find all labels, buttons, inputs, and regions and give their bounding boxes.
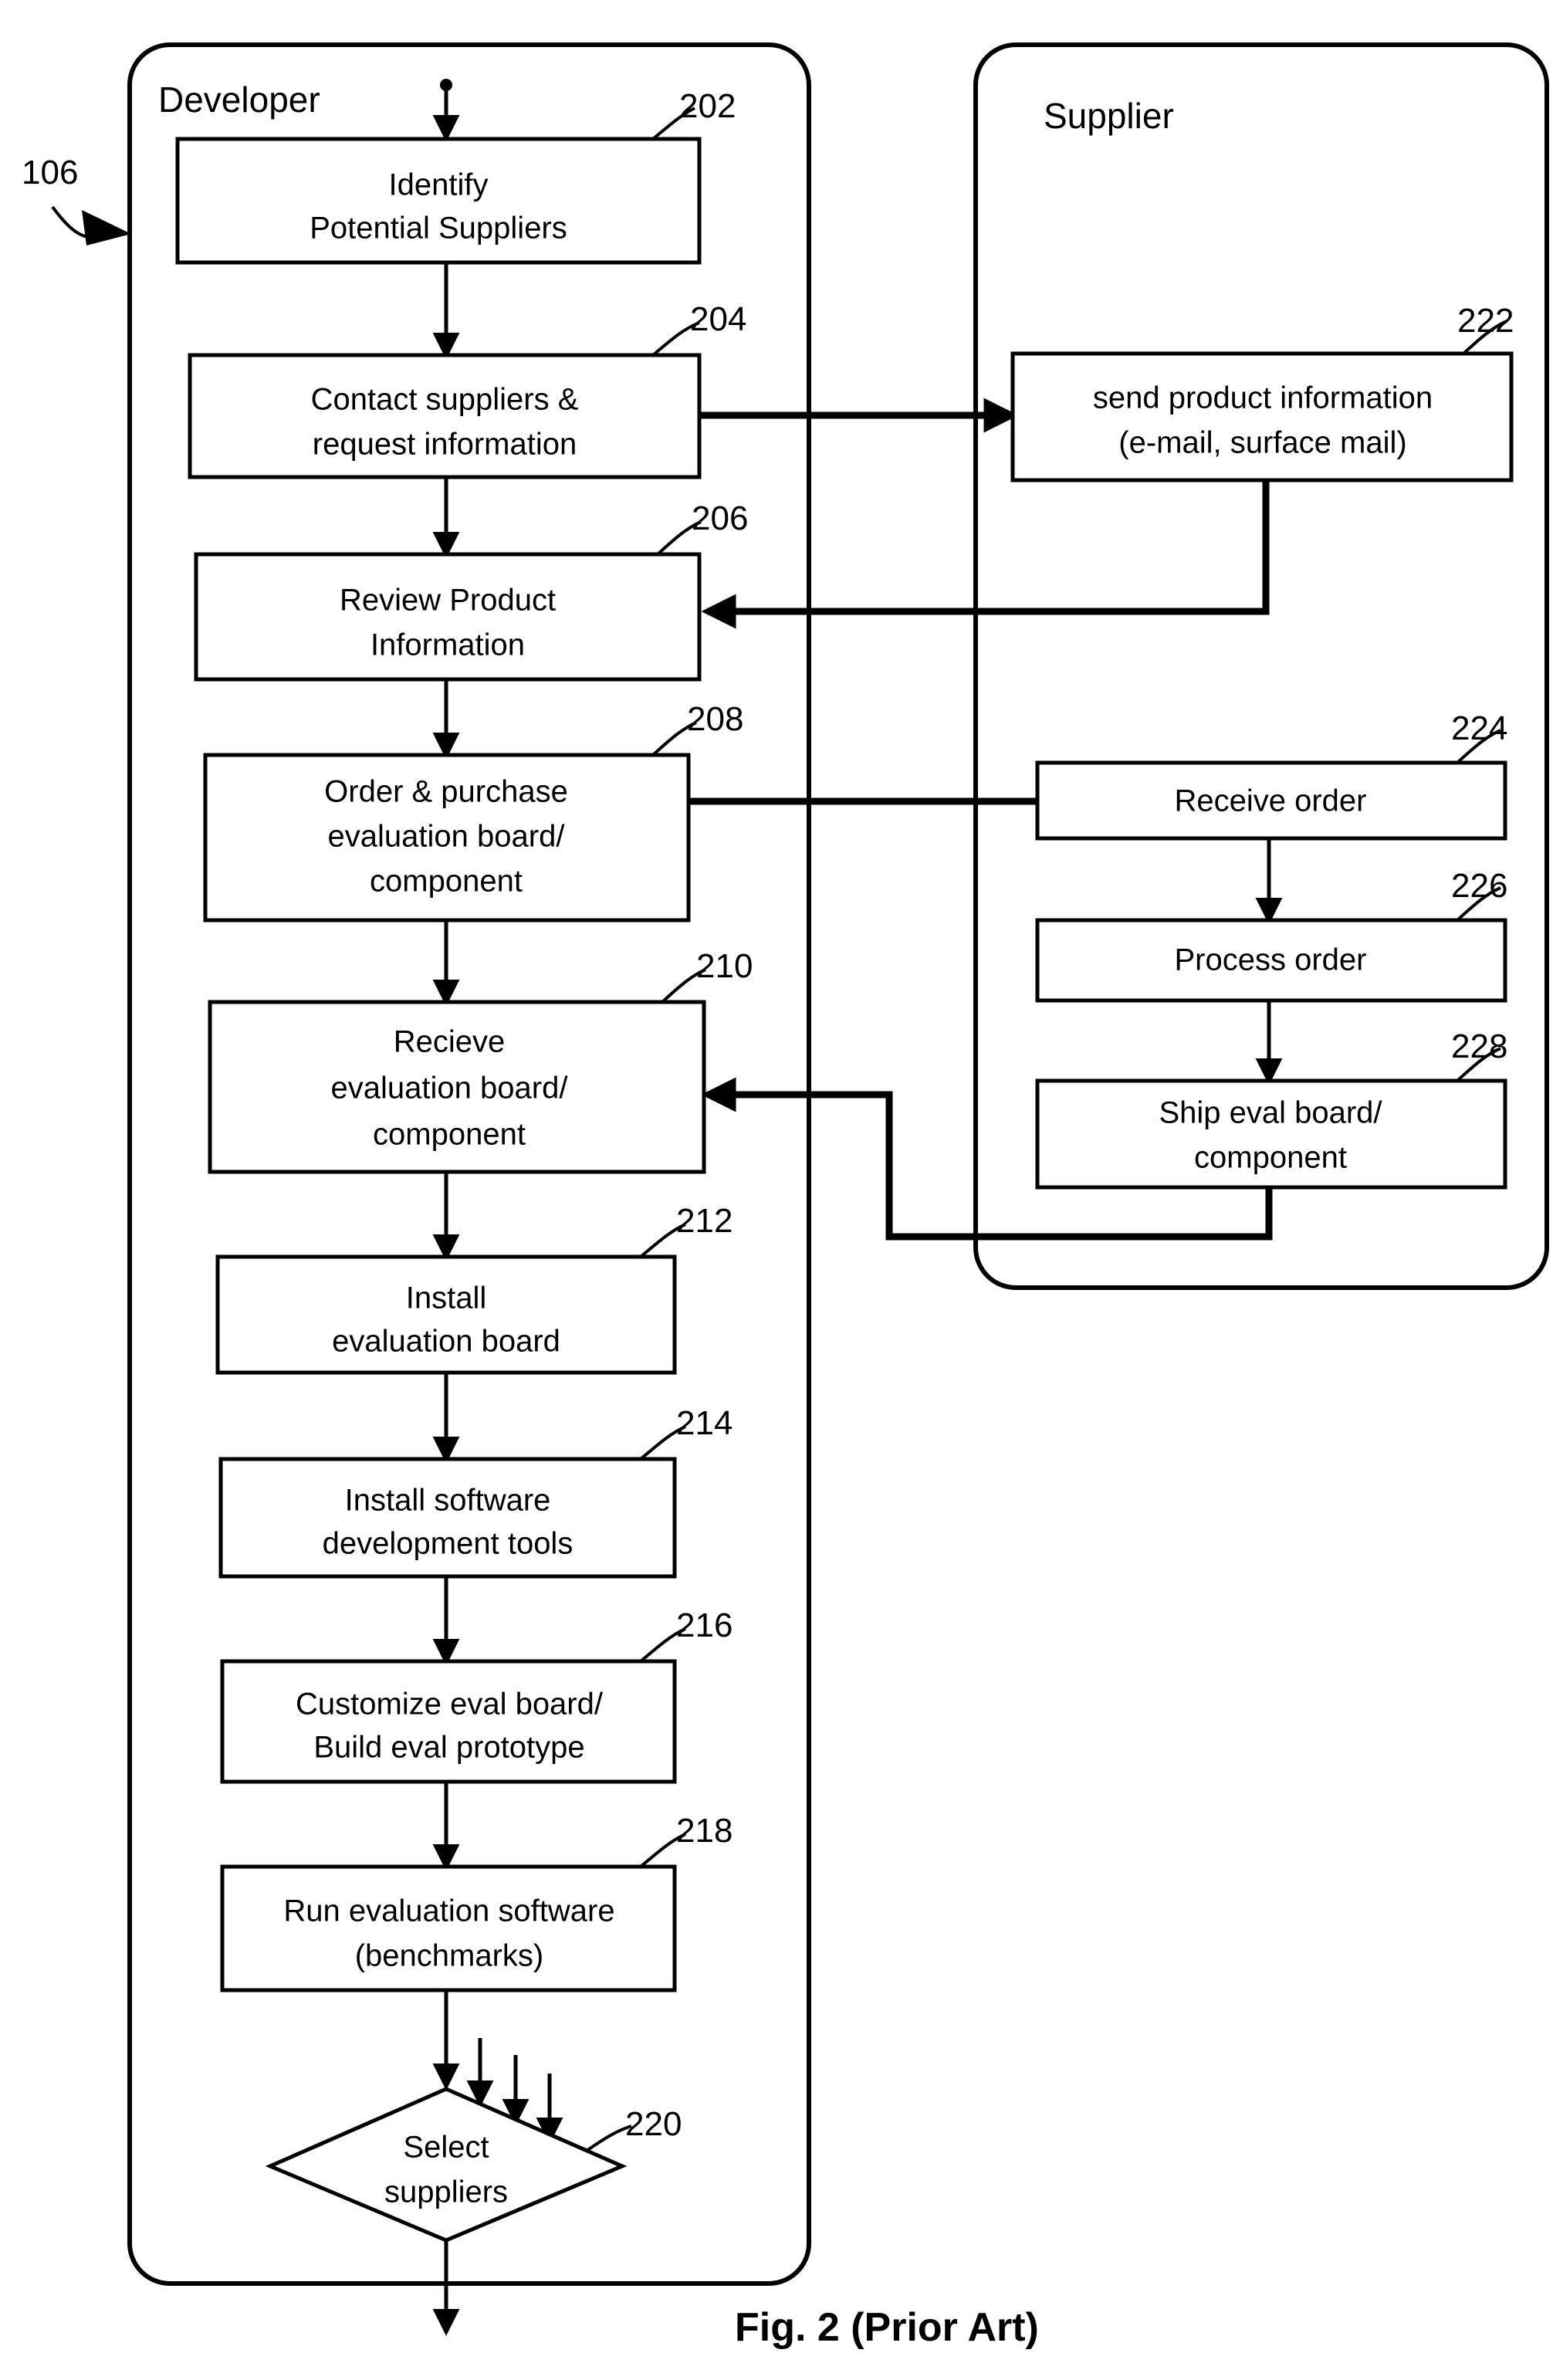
process-box-214[interactable]: Install software development tools [218,1457,677,1579]
process-204-line2: request information [313,428,577,462]
flowchart-canvas: Developer Supplier 106 Identify Potentia… [22,42,1549,2350]
ref-228-label: 228 [1451,1027,1507,1065]
process-210-line2: evaluation board/ [331,1072,569,1105]
process-box-216[interactable]: Customize eval board/ Build eval prototy… [220,1659,677,1784]
process-212-line2: evaluation board [332,1325,560,1359]
process-218-line1: Run evaluation software [283,1894,614,1928]
process-216-line2: Build eval prototype [313,1731,584,1765]
process-216-line1: Customize eval board/ [296,1688,604,1722]
process-218-line2: (benchmarks) [355,1939,544,1973]
figure-caption: Fig. 2 (Prior Art) [735,2305,1039,2350]
process-210-line1: Recieve [394,1025,506,1059]
process-box-224[interactable]: Receive order [1035,760,1507,841]
process-228-line2: component [1194,1141,1347,1175]
decision-220-line1: Select [403,2131,489,2165]
process-box-228[interactable]: Ship eval board/ component [1035,1078,1507,1190]
process-202-line1: Identify [389,168,489,202]
ref-226-label: 226 [1451,867,1507,905]
process-222-line2: (e-mail, surface mail) [1118,426,1406,460]
process-box-222[interactable]: send product information (e-mail, surfac… [1010,351,1514,482]
process-212-line1: Install [406,1281,487,1315]
process-202-line2: Potential Suppliers [310,212,567,245]
connector-222-to-206 [701,480,1270,629]
ref-208-label: 208 [687,700,743,738]
ref-224-label: 224 [1451,709,1507,747]
process-208-line2: evaluation board/ [328,820,566,854]
process-box-218[interactable]: Run evaluation software (benchmarks) [220,1864,677,1992]
ref-202-label: 202 [679,87,736,125]
decision-220-line2: suppliers [384,2175,508,2209]
process-210-line3: component [373,1118,526,1152]
process-box-226[interactable]: Process order [1035,918,1507,1003]
ref-204-label: 204 [690,300,746,338]
process-222-line1: send product information [1093,381,1433,415]
lane-title-developer: Developer [158,80,320,120]
ref-222-label: 222 [1457,302,1514,340]
ref-106-label: 106 [22,154,78,191]
ref-214-label: 214 [676,1404,733,1442]
process-206-line2: Information [370,628,525,662]
process-228-line1: Ship eval board/ [1159,1096,1382,1130]
process-box-202[interactable]: Identify Potential Suppliers [175,137,702,265]
patent-figure: Developer Supplier 106 Identify Potentia… [0,0,1553,2380]
ref-220-label: 220 [625,2105,682,2143]
ref-212-label: 212 [676,1202,733,1240]
process-box-206[interactable]: Review Product Information [194,552,702,682]
process-box-208[interactable]: Order & purchase evaluation board/ compo… [203,753,691,923]
process-box-204[interactable]: Contact suppliers & request information [188,353,702,479]
ref-206-label: 206 [692,499,748,537]
process-box-212[interactable]: Install evaluation board [215,1254,677,1375]
ref-218-label: 218 [676,1812,733,1850]
process-214-line2: development tools [323,1527,573,1561]
process-226-line1: Process order [1175,943,1367,977]
lane-title-supplier: Supplier [1044,96,1174,136]
decision-box-220[interactable]: Select suppliers [265,2087,628,2243]
process-224-line1: Receive order [1174,784,1366,818]
process-208-line3: component [370,865,523,899]
process-214-line1: Install software [345,1484,551,1518]
process-box-210[interactable]: Recieve evaluation board/ component [208,1000,706,1174]
ref-106-arrowhead [82,210,131,245]
process-206-line1: Review Product [340,584,556,618]
ref-216-label: 216 [676,1606,733,1644]
process-208-line1: Order & purchase [324,775,568,809]
process-204-line1: Contact suppliers & [311,383,579,417]
ref-210-label: 210 [696,947,753,985]
flow-start-dot [440,79,452,91]
